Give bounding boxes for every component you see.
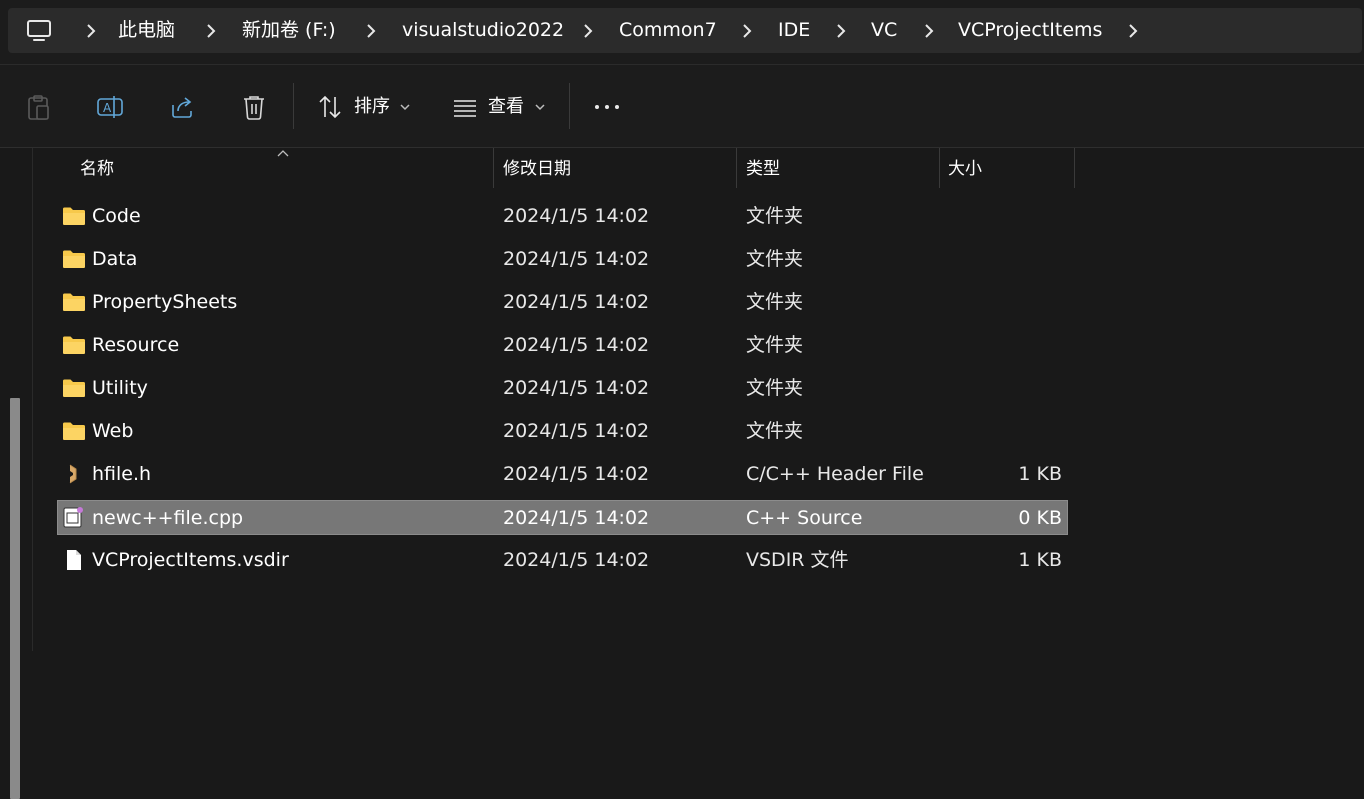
file-type: 文件夹 — [746, 205, 804, 227]
breadcrumb-item-vc[interactable]: VC — [871, 8, 897, 53]
file-name: Web — [92, 420, 134, 442]
file-date: 2024/1/5 14:02 — [503, 291, 650, 313]
file-date: 2024/1/5 14:02 — [503, 507, 650, 529]
file-date: 2024/1/5 14:02 — [503, 549, 650, 571]
file-type: 文件夹 — [746, 291, 804, 313]
file-row-selected[interactable]: newc++file.cpp 2024/1/5 14:02 C++ Source… — [57, 500, 1068, 535]
file-name: Data — [92, 248, 138, 270]
file-row[interactable]: PropertySheets 2024/1/5 14:02 文件夹 — [57, 285, 1068, 320]
file-date: 2024/1/5 14:02 — [503, 377, 650, 399]
file-name: Resource — [92, 334, 180, 356]
column-divider[interactable] — [736, 148, 737, 188]
file-type: 文件夹 — [746, 334, 804, 356]
view-icon[interactable] — [451, 93, 479, 121]
folder-icon — [63, 207, 85, 225]
file-date: 2024/1/5 14:02 — [503, 205, 650, 227]
breadcrumb[interactable]: 此电脑 新加卷 (F:) visualstudio2022 Common7 ID… — [8, 8, 1362, 53]
chevron-right-icon[interactable] — [81, 21, 101, 41]
share-icon[interactable] — [168, 93, 196, 121]
file-type: C++ Source — [746, 507, 863, 529]
column-name[interactable]: 名称 — [80, 148, 114, 188]
breadcrumb-item-this-pc[interactable]: 此电脑 — [118, 8, 175, 53]
file-type: 文件夹 — [746, 248, 804, 270]
chevron-right-icon[interactable] — [361, 21, 381, 41]
paste-icon[interactable] — [24, 93, 52, 121]
column-size[interactable]: 大小 — [948, 148, 982, 188]
file-date: 2024/1/5 14:02 — [503, 248, 650, 270]
chevron-right-icon[interactable] — [831, 21, 851, 41]
chevron-right-icon[interactable] — [201, 21, 221, 41]
file-name: PropertySheets — [92, 291, 238, 313]
file-row[interactable]: Utility 2024/1/5 14:02 文件夹 — [57, 371, 1068, 406]
command-bar: A 排序 查看 — [0, 65, 1364, 148]
breadcrumb-item-visualstudio2022[interactable]: visualstudio2022 — [402, 8, 564, 53]
file-type: VSDIR 文件 — [746, 549, 849, 571]
more-icon[interactable] — [593, 93, 621, 121]
column-header: 名称 修改日期 类型 大小 — [33, 148, 1364, 188]
file-icon — [67, 550, 81, 570]
delete-icon[interactable] — [240, 93, 268, 121]
scrollbar-thumb[interactable] — [10, 398, 20, 799]
chevron-right-icon[interactable] — [578, 21, 598, 41]
file-row[interactable]: Resource 2024/1/5 14:02 文件夹 — [57, 328, 1068, 363]
chevron-right-icon[interactable] — [919, 21, 939, 41]
cpp-file-icon — [63, 507, 83, 528]
file-name: VCProjectItems.vsdir — [92, 549, 289, 571]
folder-icon — [63, 336, 85, 354]
sort-icon[interactable] — [316, 93, 344, 121]
breadcrumb-item-vcprojectitems[interactable]: VCProjectItems — [958, 8, 1102, 53]
address-bar: 此电脑 新加卷 (F:) visualstudio2022 Common7 ID… — [0, 0, 1364, 65]
file-size: 1 KB — [1018, 463, 1062, 485]
file-type: C/C++ Header File — [746, 463, 924, 485]
breadcrumb-item-common7[interactable]: Common7 — [619, 8, 717, 53]
this-pc-icon[interactable] — [26, 19, 52, 43]
file-row[interactable]: VCProjectItems.vsdir 2024/1/5 14:02 VSDI… — [57, 543, 1068, 578]
chevron-right-icon[interactable] — [737, 21, 757, 41]
file-name: Utility — [92, 377, 148, 399]
column-divider[interactable] — [1074, 148, 1075, 188]
file-type: 文件夹 — [746, 420, 804, 442]
file-name: hfile.h — [92, 463, 152, 485]
file-row[interactable]: Code 2024/1/5 14:02 文件夹 — [57, 199, 1068, 234]
file-type: 文件夹 — [746, 377, 804, 399]
file-size: 0 KB — [1018, 507, 1062, 529]
column-divider[interactable] — [939, 148, 940, 188]
sort-button[interactable]: 排序 — [354, 95, 390, 119]
file-row[interactable]: Data 2024/1/5 14:02 文件夹 — [57, 242, 1068, 277]
column-type[interactable]: 类型 — [746, 148, 780, 188]
file-name: newc++file.cpp — [92, 507, 244, 529]
column-date[interactable]: 修改日期 — [503, 148, 571, 188]
chevron-down-icon[interactable] — [399, 102, 411, 112]
scrollbar[interactable] — [0, 148, 33, 799]
folder-icon — [63, 422, 85, 440]
file-row[interactable]: hfile.h 2024/1/5 14:02 C/C++ Header File… — [57, 457, 1068, 492]
file-date: 2024/1/5 14:02 — [503, 420, 650, 442]
toolbar-separator — [293, 83, 294, 129]
file-row[interactable]: Web 2024/1/5 14:02 文件夹 — [57, 414, 1068, 449]
chevron-right-icon[interactable] — [1123, 21, 1143, 41]
column-divider[interactable] — [493, 148, 494, 188]
rename-icon[interactable]: A — [96, 93, 124, 121]
view-button[interactable]: 查看 — [488, 95, 524, 119]
folder-icon — [63, 250, 85, 268]
file-name: Code — [92, 205, 141, 227]
svg-text:A: A — [103, 101, 112, 115]
folder-icon — [63, 379, 85, 397]
header-file-icon — [69, 464, 77, 484]
folder-icon — [63, 293, 85, 311]
breadcrumb-item-ide[interactable]: IDE — [778, 8, 810, 53]
toolbar-separator — [569, 83, 570, 129]
file-date: 2024/1/5 14:02 — [503, 463, 650, 485]
file-date: 2024/1/5 14:02 — [503, 334, 650, 356]
sort-ascending-icon — [277, 150, 289, 157]
breadcrumb-item-drive[interactable]: 新加卷 (F:) — [242, 8, 336, 53]
file-size: 1 KB — [1018, 549, 1062, 571]
chevron-down-icon[interactable] — [534, 102, 546, 112]
